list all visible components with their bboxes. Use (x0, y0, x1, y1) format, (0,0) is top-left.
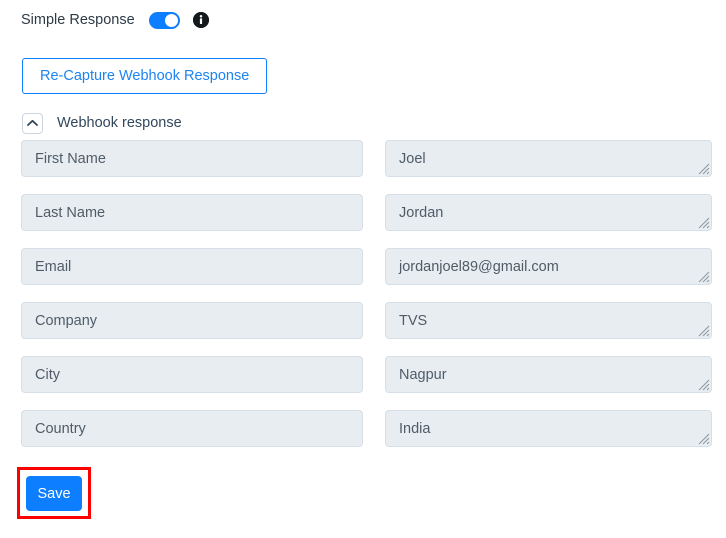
re-capture-webhook-response-button[interactable]: Re-Capture Webhook Response (22, 58, 268, 94)
field-key-input[interactable]: City (21, 356, 363, 393)
field-value-text: jordanjoel89@gmail.com (399, 258, 559, 275)
field-key-input[interactable]: First Name (21, 140, 363, 177)
resize-handle-icon[interactable] (698, 433, 710, 445)
toggle-knob (164, 13, 178, 27)
resize-handle-icon[interactable] (698, 217, 710, 229)
field-value-text: Jordan (399, 204, 444, 221)
field-value-textarea[interactable]: TVS (385, 302, 712, 339)
field-row: First Name Joel (0, 140, 726, 194)
field-row: City Nagpur (0, 356, 726, 410)
field-row: Company TVS (0, 302, 726, 356)
field-key-input[interactable]: Email (21, 248, 363, 285)
resize-handle-icon[interactable] (698, 325, 710, 337)
simple-response-label: Simple Response (21, 12, 135, 28)
field-value-text: India (399, 420, 431, 437)
field-key-input[interactable]: Last Name (21, 194, 363, 231)
info-icon[interactable] (192, 12, 209, 28)
field-row: Country India (0, 410, 726, 464)
field-value-textarea[interactable]: India (385, 410, 712, 447)
field-value-textarea[interactable]: Joel (385, 140, 712, 177)
webhook-response-section-header: Webhook response (22, 112, 182, 134)
field-value-textarea[interactable]: jordanjoel89@gmail.com (385, 248, 712, 285)
save-button[interactable]: Save (26, 476, 82, 511)
field-row: Email jordanjoel89@gmail.com (0, 248, 726, 302)
resize-handle-icon[interactable] (698, 271, 710, 283)
section-title: Webhook response (57, 115, 182, 131)
field-value-textarea[interactable]: Jordan (385, 194, 712, 231)
field-value-text: Nagpur (399, 366, 447, 383)
chevron-up-icon[interactable] (22, 112, 43, 134)
simple-response-row: Simple Response (21, 8, 209, 32)
webhook-response-fields: First Name Joel Last Name Jordan Email j… (0, 140, 726, 464)
field-value-text: Joel (399, 150, 426, 167)
resize-handle-icon[interactable] (698, 379, 710, 391)
field-row: Last Name Jordan (0, 194, 726, 248)
field-key-input[interactable]: Company (21, 302, 363, 339)
field-value-text: TVS (399, 312, 428, 329)
resize-handle-icon[interactable] (698, 163, 710, 175)
field-value-textarea[interactable]: Nagpur (385, 356, 712, 393)
simple-response-toggle[interactable] (148, 11, 180, 29)
field-key-input[interactable]: Country (21, 410, 363, 447)
